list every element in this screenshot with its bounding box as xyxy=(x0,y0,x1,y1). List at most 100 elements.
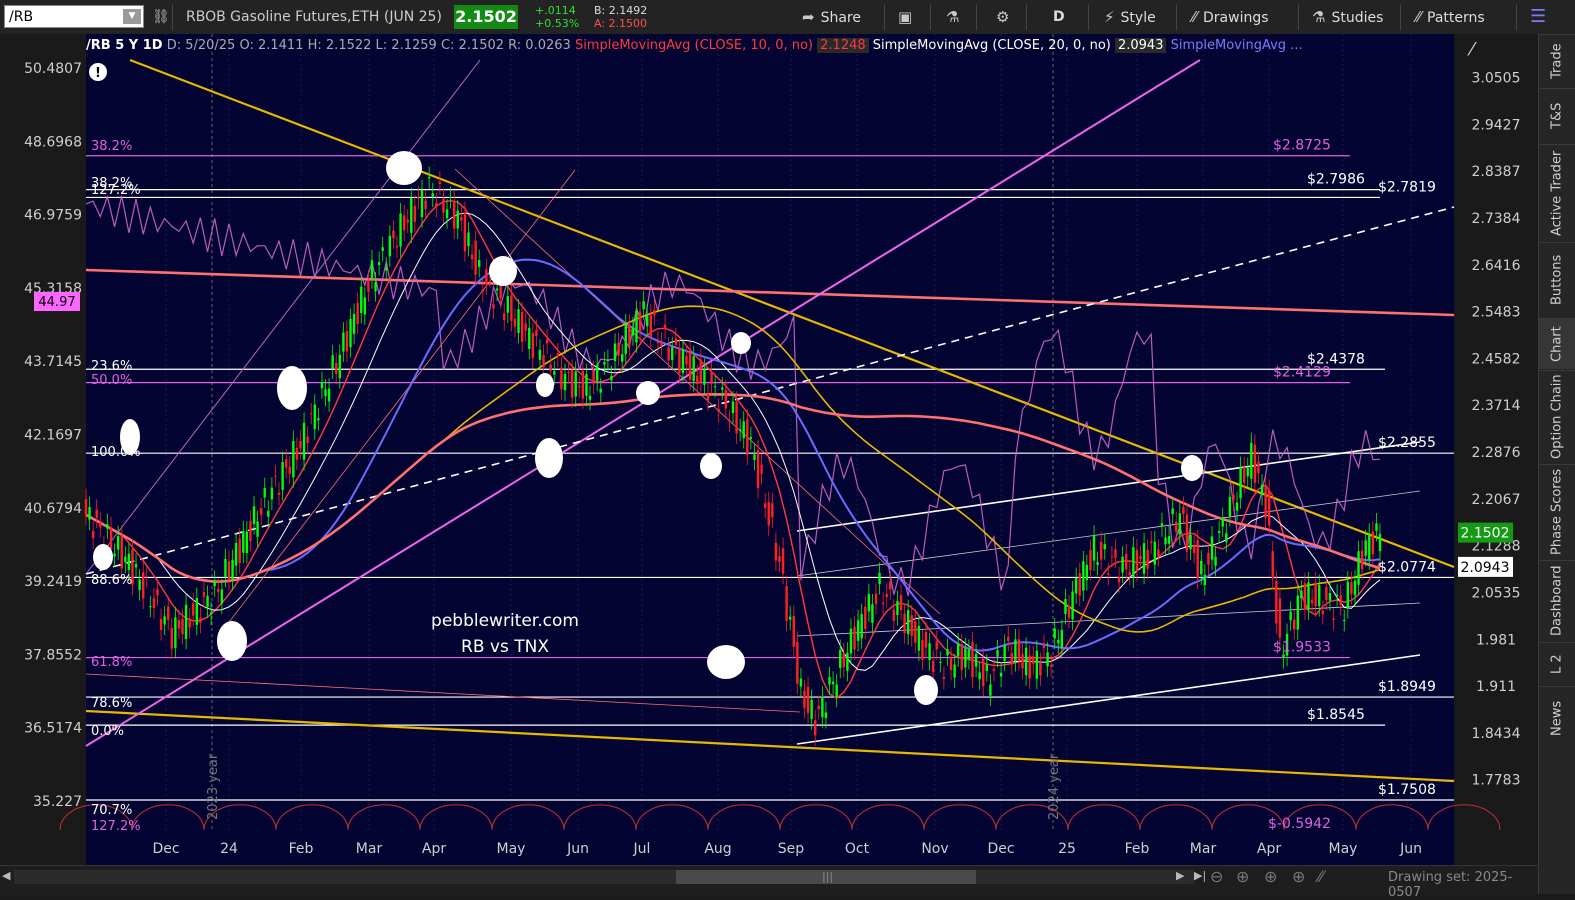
pencil-icon: ⁄⁄ xyxy=(1192,8,1198,26)
candle-body xyxy=(1257,461,1260,474)
patterns-button[interactable]: ⁄⁄ Patterns xyxy=(1416,0,1485,34)
candle-body xyxy=(578,386,581,388)
candle-body xyxy=(438,181,442,185)
alert-glyph: ! xyxy=(95,66,101,81)
settings-button[interactable]: ⚙ xyxy=(996,0,1015,34)
pivot-marker xyxy=(1181,455,1203,481)
candle-body xyxy=(1278,598,1282,638)
candle-body xyxy=(771,503,774,518)
divider xyxy=(1088,4,1089,30)
scroll-track[interactable] xyxy=(14,870,1194,884)
right-tab-trade[interactable]: Trade xyxy=(1539,34,1575,87)
candle-body xyxy=(563,373,567,391)
candle-body xyxy=(520,312,524,342)
candle-body xyxy=(721,387,724,390)
share-label: Share xyxy=(820,10,861,26)
candle-body xyxy=(595,364,599,381)
crosshair-icon[interactable]: ⊕ xyxy=(1264,867,1277,886)
flask-button[interactable]: ⚗ xyxy=(946,0,965,34)
symbol-input[interactable]: /RB ▼ xyxy=(4,5,144,28)
candle-body xyxy=(1368,533,1371,560)
candle-body xyxy=(1235,502,1239,511)
right-tab-buttons[interactable]: Buttons xyxy=(1539,242,1575,317)
pivot-marker xyxy=(914,675,938,705)
right-tab-t-s[interactable]: T&S xyxy=(1539,88,1575,143)
candle-body xyxy=(978,672,981,680)
link-icon[interactable]: ⛓ xyxy=(152,0,170,34)
candle-body xyxy=(767,502,770,526)
symbol-dropdown-icon[interactable]: ▼ xyxy=(123,9,141,24)
left-badge-label: 44.97 xyxy=(38,295,75,310)
candle-body xyxy=(792,615,795,647)
header-open: O: 2.1411 xyxy=(239,38,304,53)
pan-icon[interactable]: ⁄⁄ xyxy=(1318,867,1323,886)
candle-body xyxy=(149,606,152,608)
right-tab-option-chain[interactable]: Option Chain xyxy=(1539,370,1575,463)
candle-body xyxy=(184,604,188,639)
candle-body xyxy=(360,286,363,314)
candle-body xyxy=(224,558,227,577)
left-tick-label: 48.6968 xyxy=(24,134,82,150)
scroll-left-icon[interactable]: ◀ xyxy=(2,869,10,882)
candle-body xyxy=(1242,466,1246,483)
left-tick-label: 40.6794 xyxy=(24,501,82,517)
right-tick-label: 1.7783 xyxy=(1472,773,1521,789)
candle-body xyxy=(1239,466,1242,499)
candle-body xyxy=(860,614,863,639)
study-header: /RB 5 Y 1D D: 5/20/25 O: 2.1411 H: 2.152… xyxy=(86,36,1454,56)
x-tick-label: May xyxy=(497,841,526,857)
candle-body xyxy=(1103,544,1106,550)
right-tab-chart[interactable]: Chart xyxy=(1539,318,1575,369)
candle-body xyxy=(1125,554,1128,570)
right-tab-news[interactable]: News xyxy=(1539,686,1575,749)
zoom-in-icon[interactable]: ⊕ xyxy=(1236,867,1249,886)
candle-body xyxy=(982,658,985,687)
share-button[interactable]: ➦ Share xyxy=(802,0,861,34)
header-period: /RB 5 Y 1D xyxy=(86,38,163,53)
candle-body xyxy=(1021,654,1024,669)
scroll-end-icon[interactable]: ▶| xyxy=(1194,869,1206,882)
magnify-icon[interactable]: ⊕ xyxy=(1292,867,1305,886)
candle-body xyxy=(528,327,531,349)
candle-body xyxy=(1246,468,1249,477)
sma20-label[interactable]: SimpleMovingAvg (CLOSE, 20, 0, no) xyxy=(873,38,1111,53)
studies-button[interactable]: ⚗ Studies xyxy=(1312,0,1383,34)
candle-body xyxy=(574,371,577,397)
candle-body xyxy=(95,509,98,518)
right-tab-l-2[interactable]: L 2 xyxy=(1539,642,1575,685)
right-tab-active-trader[interactable]: Active Trader xyxy=(1539,144,1575,241)
level-label: $1.8545 xyxy=(1307,707,1365,723)
zoom-out-icon[interactable]: ⊖ xyxy=(1210,867,1223,886)
candle-body xyxy=(252,506,256,525)
right-tick-label: 1.911 xyxy=(1476,679,1516,695)
scroll-right-icon[interactable]: ▶ xyxy=(1176,869,1184,882)
candle-body xyxy=(342,332,345,352)
sma-more-label[interactable]: SimpleMovingAvg ... xyxy=(1171,38,1303,53)
candle-body xyxy=(106,524,109,529)
candle-body xyxy=(1339,595,1342,606)
candle-body xyxy=(678,348,681,374)
period-button[interactable]: D xyxy=(1053,0,1065,34)
menu-icon[interactable]: ☰ xyxy=(1530,0,1546,34)
candle-body xyxy=(485,269,488,285)
right-tab-phase-scores[interactable]: Phase Scores xyxy=(1539,464,1575,559)
candle-body xyxy=(467,232,470,247)
candle-body xyxy=(1046,652,1049,667)
candle-body xyxy=(435,202,438,208)
drawings-button[interactable]: ⁄⁄ Drawings xyxy=(1192,0,1269,34)
candle-body xyxy=(138,579,141,591)
candle-body xyxy=(510,295,513,321)
candle-body xyxy=(964,648,967,668)
x-tick-label: Apr xyxy=(422,841,446,857)
style-button[interactable]: ⚡ Style xyxy=(1104,0,1156,34)
candle-body xyxy=(1325,586,1328,601)
right-tab-dashboard[interactable]: Dashboard xyxy=(1539,560,1575,641)
pivot-marker xyxy=(535,438,563,478)
candle-body xyxy=(663,324,667,329)
candle-body xyxy=(370,260,374,279)
candle-body xyxy=(249,521,252,542)
chart-svg[interactable]: $2.8725$2.7986 $2.7819$2.4378$2.4129$2.28… xyxy=(0,34,1538,865)
save-button[interactable]: ▣ xyxy=(898,0,918,34)
plot-area[interactable] xyxy=(86,34,1454,865)
sma10-label[interactable]: SimpleMovingAvg (CLOSE, 10, 0, no) xyxy=(575,38,813,53)
